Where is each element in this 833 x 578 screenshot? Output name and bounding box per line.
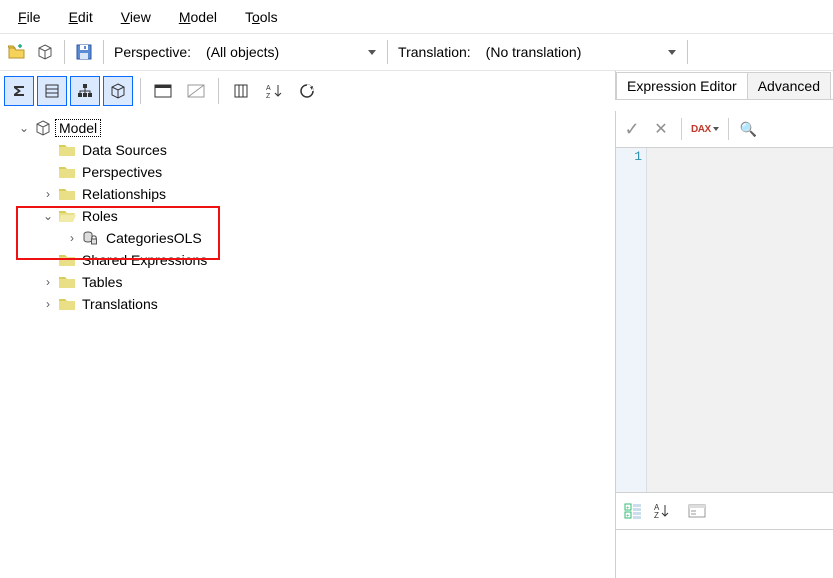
folder-open-icon [58, 208, 76, 224]
cube-icon [34, 120, 52, 136]
svg-text:+: + [626, 506, 630, 512]
translation-combo[interactable]: (No translation) [477, 39, 681, 65]
expression-toolbar: ✓ ✕ DAX 🔍 [616, 111, 833, 148]
expander-icon[interactable]: › [42, 297, 54, 311]
expander-icon[interactable]: ⌄ [18, 121, 30, 135]
menu-file[interactable]: File [6, 5, 53, 29]
expander-icon[interactable]: › [42, 275, 54, 289]
svg-text:+: + [626, 514, 630, 520]
tree-item-roles[interactable]: ⌄ Roles [8, 205, 615, 227]
model-tree[interactable]: ⌄ Model › Data Sources › Perspectives › … [0, 111, 615, 578]
tree-item-shared-expressions[interactable]: › Shared Expressions [8, 249, 615, 271]
svg-text:Z: Z [266, 93, 271, 99]
chevron-down-icon [368, 50, 376, 55]
property-pages-button[interactable] [684, 498, 710, 524]
window-button[interactable] [148, 76, 178, 106]
check-icon: ✓ [624, 119, 639, 140]
x-icon: ✕ [654, 119, 667, 139]
tab-advanced[interactable]: Advanced [747, 72, 831, 99]
svg-text:A: A [266, 85, 271, 92]
sigma-button[interactable] [4, 76, 34, 106]
tree-item-perspectives[interactable]: › Perspectives [8, 161, 615, 183]
folder-icon [58, 164, 76, 180]
menu-edit[interactable]: Edit [57, 5, 105, 29]
tree-item-translations[interactable]: › Translations [8, 293, 615, 315]
tree-item-data-sources[interactable]: › Data Sources [8, 139, 615, 161]
cancel-button[interactable]: ✕ [648, 116, 674, 142]
chevron-down-icon [713, 127, 719, 131]
menu-model[interactable]: Model [167, 5, 229, 29]
menu-tools[interactable]: Tools [233, 5, 290, 29]
dax-dropdown[interactable]: DAX [689, 116, 721, 142]
tree-item-categories-ols[interactable]: › CategoriesOLS [8, 227, 615, 249]
expression-editor[interactable]: 1 [616, 148, 833, 493]
columns-button[interactable] [226, 76, 256, 106]
open-folder-icon[interactable] [4, 39, 30, 65]
alphabetical-button[interactable]: AZ [650, 498, 676, 524]
folder-icon [58, 296, 76, 312]
properties-toolbar: ++ AZ [616, 493, 833, 530]
menubar: File Edit View Model Tools [0, 1, 833, 34]
perspective-label: Perspective: [110, 44, 195, 60]
expander-icon[interactable]: ⌄ [42, 209, 54, 223]
translation-label: Translation: [394, 44, 475, 60]
cube-button[interactable] [103, 76, 133, 106]
main-area: ⌄ Model › Data Sources › Perspectives › … [0, 111, 833, 578]
code-area[interactable] [647, 148, 833, 492]
tab-expression-editor[interactable]: Expression Editor [616, 72, 748, 99]
categorized-button[interactable]: ++ [620, 498, 646, 524]
hierarchy-button[interactable] [70, 76, 100, 106]
chevron-down-icon [668, 50, 676, 55]
folder-icon [58, 252, 76, 268]
folder-icon [58, 274, 76, 290]
search-button[interactable]: 🔍 [736, 116, 762, 142]
dax-icon: DAX [691, 124, 711, 135]
accept-button[interactable]: ✓ [619, 116, 645, 142]
list-button[interactable] [37, 76, 67, 106]
right-panel: ✓ ✕ DAX 🔍 1 ++ AZ [615, 111, 833, 578]
perspective-value: (All objects) [206, 44, 279, 60]
save-icon[interactable] [71, 39, 97, 65]
tree-item-tables[interactable]: › Tables [8, 271, 615, 293]
menu-view[interactable]: View [109, 5, 163, 29]
toolbar-view: AZ [0, 71, 615, 111]
sort-az-button[interactable]: AZ [259, 76, 289, 106]
tree-root-label: Model [55, 119, 101, 137]
properties-grid[interactable] [616, 530, 833, 578]
right-tabs: Expression Editor Advanced [615, 71, 833, 100]
line-gutter: 1 [616, 148, 647, 492]
toolbar-main: Perspective: (All objects) Translation: … [0, 34, 833, 71]
expander-icon[interactable]: › [66, 231, 78, 245]
tree-root[interactable]: ⌄ Model [8, 117, 615, 139]
refresh-button[interactable] [292, 76, 322, 106]
translation-value: (No translation) [486, 44, 582, 60]
folder-icon [58, 186, 76, 202]
role-icon [82, 230, 100, 246]
search-icon: 🔍 [740, 121, 757, 138]
expander-icon[interactable]: › [42, 187, 54, 201]
svg-text:Z: Z [654, 511, 659, 519]
filter-off-button[interactable] [181, 76, 211, 106]
deploy-cube-icon[interactable] [32, 39, 58, 65]
perspective-combo[interactable]: (All objects) [197, 39, 381, 65]
folder-icon [58, 142, 76, 158]
tree-item-relationships[interactable]: › Relationships [8, 183, 615, 205]
